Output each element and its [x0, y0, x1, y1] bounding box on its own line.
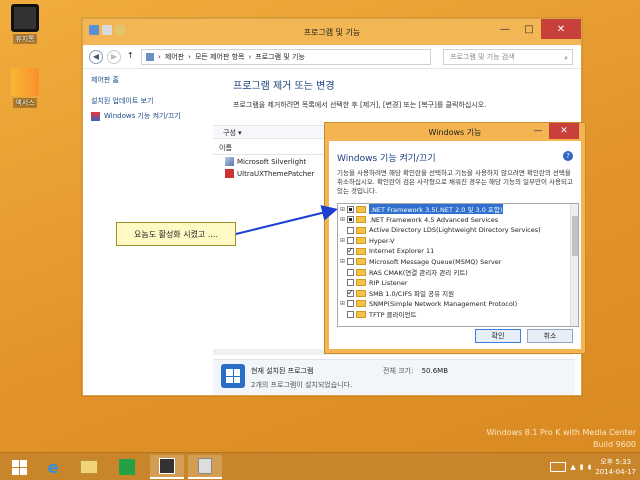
- watermark-line: Build 9600: [593, 440, 636, 449]
- show-hidden-icons-icon[interactable]: ▲: [570, 463, 575, 471]
- system-tray: ▲ ▮ ◖ 오후 5:33 2014-04-17: [550, 457, 636, 477]
- network-icon[interactable]: ▮: [580, 463, 584, 471]
- annotation-arrow: [235, 205, 338, 235]
- windows-logo-icon: [11, 459, 27, 475]
- clock-date: 2014-04-17: [595, 468, 636, 476]
- keyboard-icon[interactable]: [550, 462, 567, 472]
- clock[interactable]: 오후 5:33 2014-04-17: [595, 457, 636, 477]
- folder-icon: [80, 460, 98, 474]
- internet-explorer-button[interactable]: e: [36, 455, 70, 479]
- control-panel-taskbar-button[interactable]: [150, 455, 184, 479]
- clock-time: 오후 5:33: [600, 458, 632, 466]
- tools-icon: [159, 458, 175, 474]
- annotation-callout: 요놈도 활성화 시켰고 ....: [116, 222, 236, 246]
- windows-features-taskbar-button[interactable]: [188, 455, 222, 479]
- store-icon: [119, 459, 135, 475]
- volume-icon[interactable]: ◖: [588, 463, 592, 471]
- internet-explorer-icon: e: [47, 457, 59, 477]
- file-explorer-button[interactable]: [72, 455, 106, 479]
- watermark-line: Windows 8.1 Pro K with Media Center: [486, 428, 636, 437]
- taskbar: e ▲ ▮ ◖ 오후 5:33 2014-04-17: [0, 452, 640, 480]
- start-button[interactable]: [2, 455, 36, 479]
- store-button[interactable]: [110, 455, 144, 479]
- features-icon: [198, 458, 212, 474]
